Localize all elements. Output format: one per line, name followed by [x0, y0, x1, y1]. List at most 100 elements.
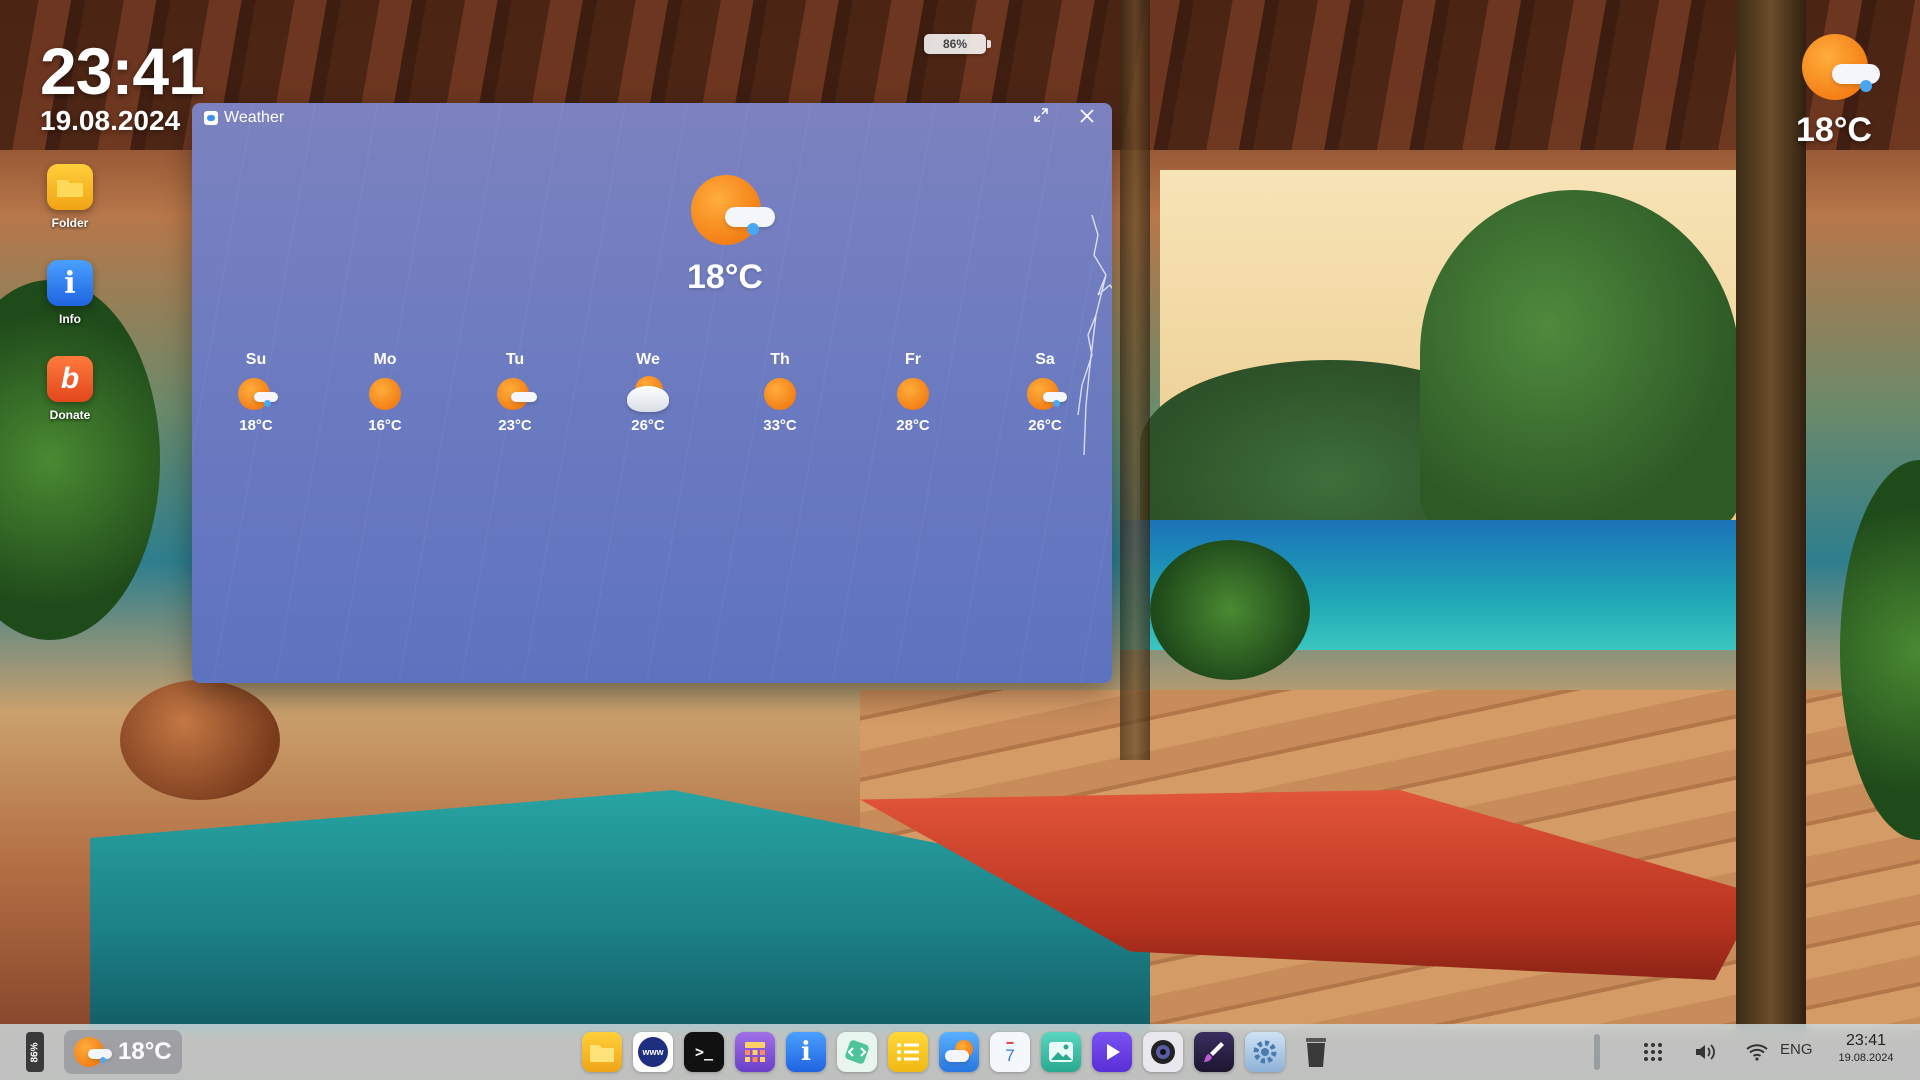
expand-icon [1034, 108, 1048, 122]
window-titlebar[interactable]: Weather [192, 103, 1112, 133]
battery-percent: 86% [942, 37, 968, 51]
sun-icon [895, 376, 931, 412]
code-icon [845, 1040, 869, 1064]
sun-icon [367, 376, 403, 412]
desktop-icons: Folder i Info b Donate [30, 160, 110, 448]
dock-app-photos[interactable] [1041, 1032, 1081, 1072]
list-icon [897, 1043, 919, 1061]
forecast-day: Su 18°C [216, 351, 296, 434]
sun-cloud-rain-icon [687, 175, 775, 247]
sun-cloud-icon [495, 376, 537, 412]
forecast-day-name: Fr [905, 351, 921, 368]
calculator-icon [745, 1042, 765, 1062]
taskbar: 86% 18°C www >_ i ▬ 7 ENG 23:41 19.08.20… [0, 1024, 1920, 1080]
wifi-icon [1746, 1044, 1768, 1061]
weather-window: Weather 18°C Su 18°C Mo 16°C Tu 23°C We … [192, 103, 1112, 683]
desktop-clock-time: 23:41 [40, 34, 205, 108]
dock-app-trash[interactable] [1296, 1032, 1336, 1072]
close-icon [1080, 109, 1094, 123]
dock-app-settings[interactable] [1245, 1032, 1285, 1072]
info-icon: i [801, 1037, 811, 1067]
forecast-day-name: We [636, 351, 660, 368]
trash-icon [1306, 1038, 1326, 1067]
current-weather: 18°C [605, 175, 845, 297]
forecast-day-name: Sa [1035, 351, 1055, 368]
forecast-day-name: Mo [373, 351, 397, 368]
weather-app-icon [204, 111, 218, 125]
desktop-icon-label: Folder [51, 216, 89, 230]
taskbar-weather-temp: 18°C [118, 1038, 172, 1065]
forecast-day-temp: 33°C [763, 417, 797, 434]
dock-app-calendar[interactable]: ▬ 7 [990, 1032, 1030, 1072]
desktop-icon-donate[interactable]: b Donate [30, 352, 110, 448]
tray-time: 23:41 [1845, 1032, 1887, 1049]
desktop-icon-label: Info [59, 312, 81, 326]
taskbar-weather-button[interactable]: 18°C [64, 1030, 182, 1074]
dock-app-files[interactable] [582, 1032, 622, 1072]
dock: www >_ i ▬ 7 [582, 1032, 1336, 1072]
donate-icon: b [47, 356, 93, 402]
weather-widget[interactable]: 18°C [1786, 34, 1882, 150]
sun-cloud-rain-icon [72, 1035, 112, 1069]
apps-grid-button[interactable] [1638, 1037, 1668, 1067]
language-indicator[interactable]: ENG [1780, 1041, 1813, 1058]
forecast-day: Tu 23°C [475, 351, 555, 434]
desktop-clock-widget: 23:41 19.08.2024 [40, 34, 205, 136]
terminal-icon: >_ [694, 1043, 714, 1061]
play-icon [1107, 1044, 1120, 1060]
taskbar-battery[interactable]: 86% [26, 1032, 44, 1072]
apps-grid-icon [1644, 1043, 1662, 1061]
folder-icon [590, 1045, 614, 1062]
sun-cloud-rain-icon [1025, 376, 1067, 412]
dock-app-code[interactable] [837, 1032, 877, 1072]
dock-app-terminal[interactable]: >_ [684, 1032, 724, 1072]
forecast-day-name: Tu [505, 351, 525, 368]
dock-app-info[interactable]: i [786, 1032, 826, 1072]
forecast-day-name: Su [245, 351, 267, 368]
gear-icon [1253, 1040, 1277, 1064]
current-temp: 18°C [687, 258, 763, 296]
info-icon: i [47, 260, 93, 306]
desktop-icon-folder[interactable]: Folder [30, 160, 110, 256]
camera-icon [1151, 1040, 1175, 1064]
forecast-day: Fr 28°C [873, 351, 953, 434]
forecast-day-temp: 26°C [1028, 417, 1062, 434]
desktop-icon-label: Donate [49, 408, 91, 422]
dock-app-notes[interactable] [888, 1032, 928, 1072]
image-icon [1049, 1042, 1073, 1062]
tray-separator [1594, 1034, 1600, 1070]
taskbar-battery-percent: 86% [29, 1041, 41, 1063]
cloud-sun-icon [627, 376, 669, 412]
forecast-day-temp: 28°C [896, 417, 930, 434]
maximize-button[interactable] [1030, 107, 1052, 129]
desktop-clock-date: 19.08.2024 [40, 105, 181, 136]
battery-indicator: 86% [924, 34, 991, 54]
globe-icon: www [638, 1037, 668, 1067]
forecast-row: Su 18°C Mo 16°C Tu 23°C We 26°C Th 33°C … [192, 351, 1112, 451]
wifi-button[interactable] [1742, 1037, 1772, 1067]
tray-clock[interactable]: 23:41 19.08.2024 [1826, 1032, 1906, 1064]
forecast-day: Sa 26°C [1005, 351, 1085, 434]
forecast-day-temp: 16°C [368, 417, 402, 434]
brush-icon [1204, 1042, 1224, 1062]
forecast-day-temp: 26°C [631, 417, 665, 434]
dock-app-browser[interactable]: www [633, 1032, 673, 1072]
sun-icon [762, 376, 798, 412]
dock-app-weather[interactable] [939, 1032, 979, 1072]
sun-cloud-rain-icon [236, 376, 278, 412]
volume-button[interactable] [1690, 1037, 1720, 1067]
forecast-day: Mo 16°C [345, 351, 425, 434]
dock-app-paint[interactable] [1194, 1032, 1234, 1072]
weather-icon [945, 1040, 973, 1064]
desktop-icon-info[interactable]: i Info [30, 256, 110, 352]
forecast-day-temp: 18°C [239, 417, 273, 434]
weather-widget-temp: 18°C [1796, 111, 1872, 149]
speaker-icon [1696, 1044, 1715, 1060]
sun-cloud-rain-icon [1798, 34, 1880, 102]
dock-app-video[interactable] [1092, 1032, 1132, 1072]
dock-app-calculator[interactable] [735, 1032, 775, 1072]
dock-app-camera[interactable] [1143, 1032, 1183, 1072]
forecast-day-name: Th [770, 351, 790, 368]
close-button[interactable] [1076, 107, 1098, 129]
forecast-day: We 26°C [608, 351, 688, 434]
